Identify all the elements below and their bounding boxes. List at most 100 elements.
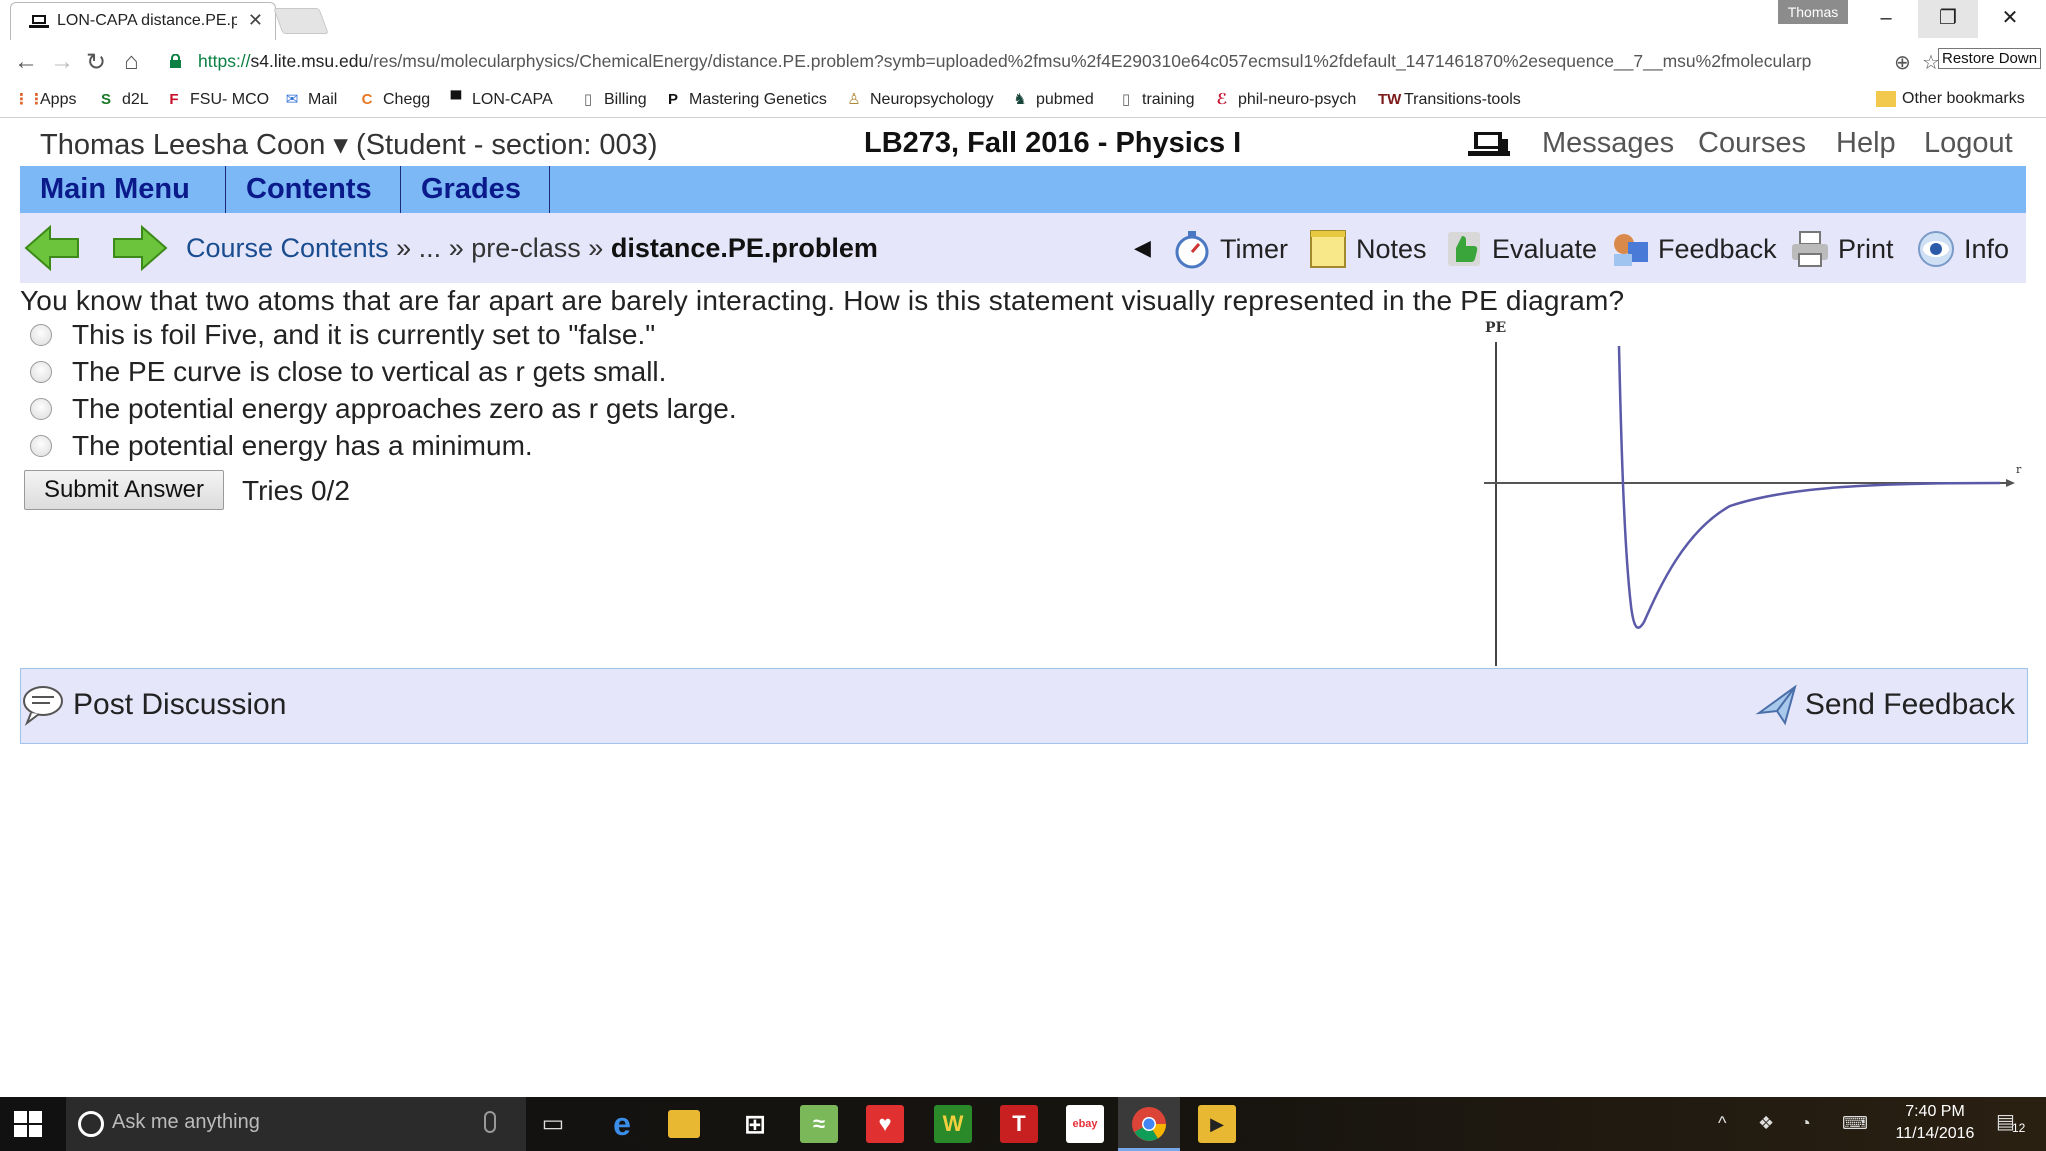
option-2-radio[interactable] [30,361,52,383]
feedback-icon [1614,234,1648,266]
notes-icon [1310,230,1346,268]
bookmark-neuropsychology[interactable]: ♙ Neuropsychology [844,90,993,110]
wifi-icon[interactable]: ◔ [1800,1113,1811,1134]
user-role: (Student - section: 003) [356,129,658,161]
forward-arrow-icon[interactable]: → [50,48,74,76]
sub-nav: Course Contents » ... » pre-class » dist… [20,213,2026,283]
fsu-icon: F [169,91,179,108]
bookmark-d2l[interactable]: Sd2L [96,90,149,110]
bookmark-mastering-genetics[interactable]: P Mastering Genetics [663,90,827,110]
previous-arrow-icon[interactable] [24,225,80,271]
user-name[interactable]: Thomas Leesha Coon ▾ (Student - section:… [40,127,657,162]
file-explorer-icon[interactable] [668,1110,700,1138]
tray-chevron-icon[interactable]: ^ [1718,1113,1726,1134]
other-bookmarks[interactable]: Other bookmarks [1876,90,2025,108]
feedback-tool[interactable]: Feedback [1610,227,1777,271]
option-1-radio[interactable] [30,324,52,346]
task-view-icon[interactable]: ▭ [534,1105,572,1143]
courses-link[interactable]: Courses [1698,127,1806,160]
breadcrumb-ellipsis[interactable]: ... [419,233,442,263]
option-4-radio[interactable] [30,435,52,457]
breadcrumb-current: distance.PE.problem [610,233,878,263]
contents-tab[interactable]: Contents [226,166,401,213]
breadcrumb-course-contents[interactable]: Course Contents [186,233,389,263]
notes-tool[interactable]: Notes [1308,227,1427,271]
browser-tab-active[interactable]: LON-CAPA distance.PE.pr ✕ [10,2,276,40]
page-icon: ▯ [1121,91,1131,108]
minimize-button[interactable]: – [1856,0,1916,38]
grades-tab[interactable]: Grades [401,166,550,213]
info-tool[interactable]: Info [1916,227,2009,271]
bookmark-fsu-mco[interactable]: F FSU- MCO [164,90,269,110]
bookmark-chegg[interactable]: C Chegg [357,90,431,110]
ebay-icon[interactable]: ebay [1066,1105,1104,1143]
next-arrow-icon[interactable] [112,225,168,271]
edge-icon[interactable]: e [603,1105,641,1143]
timer-tool[interactable]: Timer [1172,227,1288,271]
submit-answer-button[interactable]: Submit Answer [24,470,224,510]
option-1[interactable]: This is foil Five, and it is currently s… [30,318,655,352]
help-link[interactable]: Help [1836,127,1896,160]
breadcrumb-pre-class[interactable]: pre-class [471,233,581,263]
option-4[interactable]: The potential energy has a minimum. [30,429,533,463]
evaluate-tool[interactable]: Evaluate [1444,227,1597,271]
zoom-icon[interactable]: ⊕ [1894,50,1911,75]
windows-taskbar: Ask me anything ▭ e ⊞ ≈ ♥ W T ebay ▶ ^ ❖… [0,1097,2046,1151]
apps-grid-icon: ⋮⋮ [14,91,44,108]
iheart-icon[interactable]: ♥ [866,1105,904,1143]
stopwatch-icon [1175,231,1209,269]
bookmark-training[interactable]: ▯ training [1116,90,1195,110]
back-arrow-icon[interactable]: ← [14,48,38,76]
tab-close-icon[interactable]: ✕ [248,10,263,31]
new-tab-button[interactable] [273,8,329,34]
post-discussion-link[interactable]: Post Discussion [21,683,286,727]
bookmark-mail[interactable]: ✉ Mail [282,90,338,110]
main-nav: Main Menu Contents Grades [20,166,2026,213]
bookmark-pubmed[interactable]: ♞ pubmed [1010,90,1094,110]
pe-axis-label: PE [1485,320,1506,336]
browser-toolbar: ← → ↻ ⌂ https://s4.lite.msu.edu/res/msu/… [0,40,2046,84]
laptop-icon[interactable] [1468,130,1510,158]
print-tool[interactable]: Print [1790,227,1894,271]
cortana-search[interactable]: Ask me anything [66,1097,526,1151]
address-bar[interactable]: https://s4.lite.msu.edu/res/msu/molecula… [158,44,1938,80]
microphone-icon[interactable] [484,1111,496,1133]
bookmark-transitions-tools[interactable]: TW Transitions-tools [1378,90,1521,110]
logout-link[interactable]: Logout [1924,127,2013,160]
option-3-radio[interactable] [30,398,52,420]
dropbox-icon[interactable]: ❖ [1758,1113,1774,1134]
folder-icon [1876,91,1896,107]
reload-icon[interactable]: ↻ [86,48,106,77]
speech-bubble-icon [23,686,63,726]
option-2[interactable]: The PE curve is close to vertical as r g… [30,355,666,389]
option-3[interactable]: The potential energy approaches zero as … [30,392,737,426]
send-feedback-link[interactable]: Send Feedback [1755,683,2015,727]
window-user-badge[interactable]: Thomas [1778,0,1848,24]
info-eye-icon [1918,231,1954,267]
notification-count: 12 [2012,1121,2026,1135]
home-icon[interactable]: ⌂ [124,48,139,76]
mail-icon: ✉ [285,91,299,108]
collapse-tools-icon[interactable]: ◀ [1134,235,1151,261]
bookmark-billing[interactable]: ▯ Billing [578,90,647,110]
bookmark-lon-capa[interactable]: ▀ LON-CAPA [446,90,553,110]
close-window-button[interactable]: ✕ [1980,0,2040,38]
main-menu-tab[interactable]: Main Menu [20,166,226,213]
mastering-icon: P [667,91,678,108]
media-player-icon[interactable]: ▶ [1198,1105,1236,1143]
words-app-icon[interactable]: W [934,1105,972,1143]
browser-tabstrip: LON-CAPA distance.PE.pr ✕ Thomas – ❐ ✕ [0,0,2046,40]
photos-app-icon[interactable]: ≈ [800,1105,838,1143]
t-app-icon[interactable]: T [1000,1105,1038,1143]
send-feedback-icon [1755,684,1797,726]
keyboard-icon[interactable]: ⌨ [1842,1113,1868,1134]
windows-start-icon[interactable] [14,1111,42,1137]
store-icon[interactable]: ⊞ [736,1105,774,1143]
restore-down-tooltip: Restore Down [1938,48,2042,69]
bookmark-apps[interactable]: ⋮⋮ Apps [14,90,76,110]
thumbs-up-icon [1448,232,1480,266]
bookmark-phil-neuro-psych[interactable]: ℰphil-neuro-psych [1212,90,1357,110]
restore-down-button[interactable]: ❐ [1918,0,1978,38]
messages-link[interactable]: Messages [1542,127,1674,160]
taskbar-clock[interactable]: 7:40 PM 11/14/2016 [1880,1101,1990,1145]
